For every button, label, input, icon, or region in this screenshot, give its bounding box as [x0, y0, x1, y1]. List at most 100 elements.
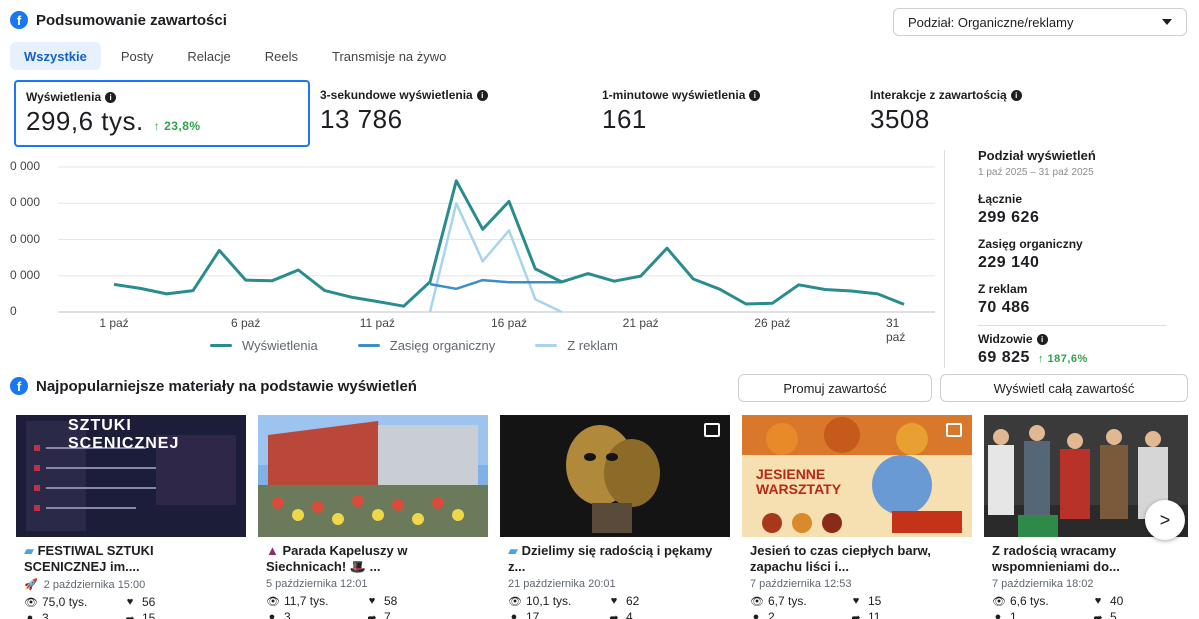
stat-value: 11,7 tys. [284, 594, 329, 608]
tab-stories[interactable]: Relacje [173, 42, 244, 70]
divider [944, 150, 945, 368]
card-thumbnail[interactable] [500, 415, 730, 537]
breakdown-label: Łącznie [978, 192, 1023, 206]
tag-icon: ▰ [508, 543, 522, 558]
stat-shares: ➦ 15 [124, 611, 224, 619]
card-title: Z radością wracamy wspomnieniami do... [992, 543, 1120, 574]
stat-likes: ♥ 15 [850, 594, 950, 608]
info-icon[interactable]: i [749, 89, 761, 101]
series-line-ads[interactable] [428, 202, 563, 314]
comment-icon: ● [510, 611, 518, 619]
thumbnail-text: SZTUKI SCENICZNEJ [68, 417, 180, 452]
legend-swatch [357, 344, 380, 347]
y-tick-label: 0 000 [10, 159, 41, 173]
info-icon[interactable]: i [1036, 333, 1048, 345]
split-dropdown[interactable]: Podział: Organiczne/reklamy [893, 8, 1187, 36]
kpi-3s-views[interactable]: 3-sekundowe wyświetlenia i 13 786 [310, 80, 592, 147]
eye-icon: 👁 [24, 596, 38, 609]
content-card[interactable]: JESIENNE WARSZTATY Jesień to czas ciepły… [742, 415, 972, 619]
x-tick-label: 31 paź [886, 316, 906, 344]
tab-reels[interactable]: Reels [251, 42, 312, 70]
content-card[interactable]: ▰ Dzielimy się radością i pękamy z... 21… [500, 415, 730, 619]
kpi-label-1m: 1-minutowe wyświetlenia i [602, 88, 850, 102]
heart-icon: ♥ [1094, 595, 1102, 607]
info-icon[interactable]: i [105, 91, 117, 103]
share-icon: ➦ [367, 611, 377, 619]
share-icon: ➦ [609, 611, 619, 619]
kpi-interactions[interactable]: Interakcje z zawartością i 3508 [860, 80, 1120, 147]
stat-value: 3 [284, 610, 291, 619]
kpi-label-text: Wyświetlenia [26, 90, 102, 104]
card-stats: 👁 75,0 tys. ♥ 56 ● 3 ➦ 15 [16, 595, 246, 619]
views-breakdown-panel: Podział wyświetleń 1 paź 2025 – 31 paź 2… [978, 148, 1178, 367]
info-icon[interactable]: i [1010, 89, 1022, 101]
stat-value: 56 [142, 595, 156, 609]
stat-likes: ♥ 62 [608, 594, 708, 608]
breakdown-value: 69 825 [978, 349, 1030, 366]
popular-content-header: f Najpopularniejsze materiały na podstaw… [10, 377, 417, 395]
breakdown-date-range: 1 paź 2025 – 31 paź 2025 [978, 167, 1094, 178]
views-line-chart: 0 0 000 0 000 0 000 0 000 1 paź 6 paź 11 paź 16 … [0, 150, 940, 350]
multi-photo-icon [704, 423, 720, 437]
stat-likes: ♥ 40 [1092, 594, 1192, 608]
stat-value: 6,6 tys. [1010, 594, 1049, 608]
share-icon: ➦ [1093, 611, 1103, 619]
info-icon[interactable]: i [476, 89, 488, 101]
kpi-1m-views[interactable]: 1-minutowe wyświetlenia i 161 [592, 80, 860, 147]
stat-value: 62 [626, 594, 640, 608]
eye-icon: 👁 [266, 595, 280, 608]
card-thumbnail[interactable]: JESIENNE WARSZTATY [742, 415, 972, 537]
kpi-label-3s: 3-sekundowe wyświetlenia i [320, 88, 582, 102]
promote-content-button[interactable]: Promuj zawartość [738, 374, 932, 402]
stat-value: 4 [626, 610, 633, 619]
comment-icon: ● [268, 611, 276, 619]
stat-value: 58 [384, 594, 398, 608]
tab-all[interactable]: Wszystkie [10, 42, 101, 70]
kpi-value-interactions: 3508 [870, 104, 930, 134]
series-line-views[interactable] [113, 179, 905, 308]
legend-label: Wyświetlenia [242, 338, 318, 353]
kpi-value-1m: 161 [602, 104, 647, 134]
legend-item-views[interactable]: Wyświetlenia [210, 338, 318, 353]
legend-item-ads[interactable]: Z reklam [535, 338, 618, 353]
kpi-row: Wyświetlenia i 299,6 tys. ↑ 23,8% 3-sekund… [14, 80, 1120, 147]
kpi-label-text: 3-sekundowe wyświetlenia [320, 88, 473, 102]
comment-icon: ● [994, 611, 1002, 619]
card-thumbnail[interactable] [258, 415, 488, 537]
card-title-text: Parada Kapeluszy w Siechnicach! 🎩 ... [266, 543, 408, 574]
content-card[interactable]: ▲ Parada Kapeluszy w Siechnicach! 🎩 ... … [258, 415, 488, 619]
tab-posts[interactable]: Posty [107, 42, 168, 70]
x-tick-label: 16 paź [490, 316, 528, 330]
legend-item-organic[interactable]: Zasięg organiczny [357, 338, 495, 353]
breakdown-total: Łącznie 299 626 [978, 192, 1178, 227]
section-title: Podsumowanie zawartości [36, 11, 227, 29]
share-icon: ➦ [125, 612, 135, 619]
content-card[interactable]: SZTUKI SCENICZNEJ ▰ FESTIWAL SZTUKI SCEN… [16, 415, 246, 619]
viewers-change: ↑ 187,6% [1037, 353, 1088, 365]
stat-value: 17 [526, 610, 540, 619]
chevron-down-icon [1162, 19, 1172, 25]
kpi-number: 299,6 tys. [26, 106, 144, 136]
tab-live[interactable]: Transmisje na żywo [318, 42, 460, 70]
stat-value: 15 [142, 611, 156, 619]
facebook-icon: f [10, 11, 28, 29]
facebook-icon: f [10, 377, 28, 395]
legend-swatch [210, 344, 232, 347]
view-all-content-button[interactable]: Wyświetl całą zawartość [940, 374, 1188, 402]
stat-value: 1 [1010, 610, 1017, 619]
card-date: 7 października 12:53 [750, 578, 852, 590]
breakdown-ads: Z reklam 70 486 [978, 282, 1178, 317]
next-arrow-button[interactable]: > [1145, 500, 1185, 540]
legend-swatch [535, 344, 558, 347]
card-thumbnail[interactable]: SZTUKI SCENICZNEJ [16, 415, 246, 537]
card-stats: 👁 10,1 tys. ♥ 62 ● 17 ➦ 4 [500, 594, 730, 619]
series-line-organic[interactable] [429, 278, 562, 291]
breakdown-label: Widzowie [978, 332, 1033, 346]
stat-views: 👁 75,0 tys. [24, 595, 124, 609]
stat-views: 👁 6,7 tys. [750, 594, 850, 608]
x-tick-label: 1 paź [99, 316, 129, 330]
thumbnail-graphic [500, 415, 730, 537]
kpi-views[interactable]: Wyświetlenia i 299,6 tys. ↑ 23,8% [14, 80, 310, 147]
stat-shares: ➦ 11 [850, 610, 950, 619]
breakdown-label: Zasięg organiczny [978, 237, 1083, 251]
